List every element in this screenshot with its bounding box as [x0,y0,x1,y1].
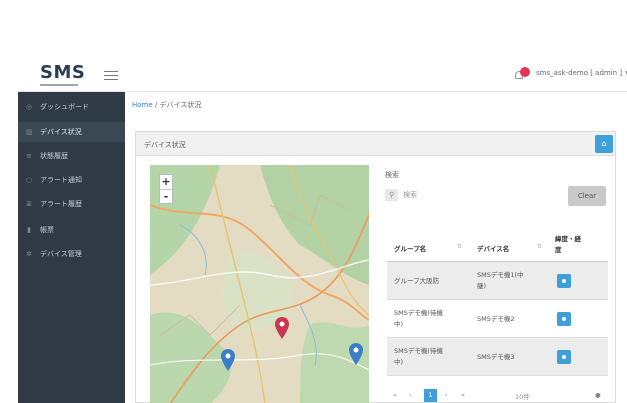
sidebar-item-reports[interactable]: ▮ 帳票 [18,220,125,240]
sidebar-item-alert-notify[interactable]: ○ アラート通知 [18,170,125,190]
page-next-button[interactable]: › [445,391,448,399]
breadcrumb: Home / デバイス状況 [132,100,201,110]
logo-underline [40,84,78,86]
history-icon: ≣ [26,200,32,208]
cell-group: グループ大阪防 [394,277,440,285]
alert-icon: ○ [25,176,33,184]
sort-icon[interactable]: ⇅ [457,243,462,250]
sidebar-item-status-history[interactable]: ≡ 状態履歴 [18,146,125,166]
device-status-panel: デバイス状況 ⌂ + - 検索 ⚲ 検索 Clear グループ名 ⇅ デバイス名… [135,131,616,403]
map-marker-red-icon[interactable] [275,317,289,339]
device-map[interactable]: + - [150,165,369,403]
map-tiles [150,165,369,403]
sidebar-item-label: 状態履歴 [40,152,68,160]
table-row[interactable]: SMSデモ機(待機 中) SMSデモ機3 [387,338,608,376]
zoom-out-button[interactable]: - [160,189,172,203]
cell-device: SMSデモ機3 [477,353,515,361]
sidebar-item-label: ダッシュボード [40,103,89,111]
breadcrumb-home-link[interactable]: Home [132,101,153,109]
map-marker-blue-icon[interactable] [221,349,235,371]
sort-icon[interactable]: ⇅ [537,243,542,250]
pagination: « ‹ 1 › » 10件 ● [387,389,608,403]
sidebar-item-label: アラート履歴 [40,200,82,208]
table-row[interactable]: SMSデモ機(待機 中) SMSデモ機2 [387,300,608,338]
sidebar-item-dashboard[interactable]: ◎ ダッシュボード [18,97,125,117]
sidebar-item-label: 帳票 [40,226,54,234]
sidebar-item-device-management[interactable]: ✲ デバイス管理 [18,244,125,264]
menu-toggle-icon[interactable] [104,68,118,82]
app-logo[interactable]: SMS [40,62,85,83]
locate-marker-button[interactable] [557,274,571,288]
device-table: グループ名 ⇅ デバイス名 ⇅ 緯度・経 度 グループ大阪防 SMSデモ機1(中… [387,221,608,376]
sidebar-item-device-status[interactable]: ▥ デバイス状況 [18,122,125,142]
search-icon: ⚲ [385,189,399,201]
notification-bell-icon[interactable] [515,67,531,81]
chart-icon: ▮ [27,226,31,234]
sidebar-item-label: デバイス状況 [40,128,82,136]
sidebar-item-alert-history[interactable]: ≣ アラート履歴 [18,194,125,214]
cell-device: SMSデモ機1(中 [477,271,524,279]
cell-device-cont: 継) [477,282,487,290]
map-marker-blue-icon[interactable] [349,343,363,365]
cell-group-cont: 中) [394,320,404,328]
user-menu[interactable]: sms_ask-demo [ admin ]▼ [536,69,627,77]
per-page-select[interactable]: 10件 [515,391,530,401]
breadcrumb-separator: / [154,101,158,109]
column-header-device[interactable]: デバイス名 [477,243,509,253]
bar-chart-icon: ▥ [25,128,33,136]
list-icon: ≡ [26,152,32,160]
map-zoom-control: + - [159,174,173,204]
gear-icon: ✲ [26,250,32,258]
column-header-location[interactable]: 緯度・経 [555,233,581,243]
per-page-caret-icon[interactable]: ● [595,391,601,399]
user-name: sms_ask-demo [ admin ] [536,69,623,77]
sidebar: ◎ ダッシュボード ▥ デバイス状況 ≡ 状態履歴 ○ アラート通知 ≣ アラー… [18,92,125,403]
page-current-button[interactable]: 1 [424,389,437,402]
top-bar: SMS sms_ask-demo [ admin ]▼ [18,60,627,92]
panel-title: デバイス状況 [144,141,186,149]
home-icon[interactable]: ⌂ [595,135,613,153]
cell-group-cont: 中) [394,358,404,366]
panel-header: デバイス状況 ⌂ [136,132,615,156]
zoom-in-button[interactable]: + [160,175,172,189]
cell-device: SMSデモ機2 [477,315,515,323]
breadcrumb-current: デバイス状況 [159,101,202,109]
locate-marker-button[interactable] [557,350,571,364]
column-header-group[interactable]: グループ名 [394,243,426,253]
table-row[interactable]: グループ大阪防 SMSデモ機1(中 継) [387,262,608,300]
cell-group: SMSデモ機(待機 [394,309,443,317]
locate-marker-button[interactable] [557,312,571,326]
table-header: グループ名 ⇅ デバイス名 ⇅ 緯度・経 度 [387,221,608,262]
page-first-button[interactable]: « [393,391,397,399]
dashboard-icon: ◎ [25,103,33,111]
clear-button[interactable]: Clear [568,186,606,206]
page-last-button[interactable]: » [461,391,465,399]
search-input[interactable]: ⚲ 検索 [385,188,445,202]
notification-badge [520,67,530,77]
search-placeholder: 検索 [403,191,418,199]
sidebar-item-label: アラート通知 [40,176,82,184]
cell-group: SMSデモ機(待機 [394,347,443,355]
page-prev-button[interactable]: ‹ [409,391,412,399]
sidebar-item-label: デバイス管理 [40,250,82,258]
column-header-location-cont: 度 [555,246,562,254]
search-label: 検索 [385,171,399,179]
